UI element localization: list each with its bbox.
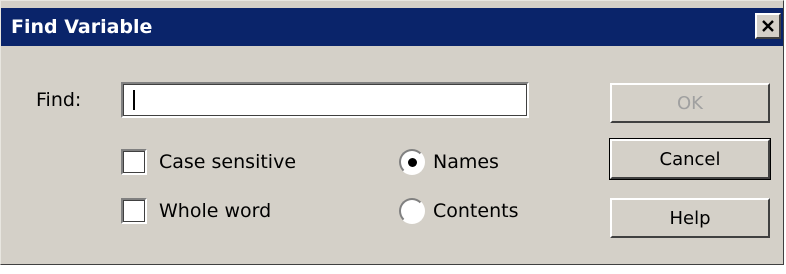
- title-bar[interactable]: Find Variable: [1, 8, 783, 46]
- find-variable-dialog: Find Variable Find: Case sensitive Whole…: [0, 0, 784, 265]
- radio-selected-dot: [407, 157, 417, 167]
- ok-button[interactable]: OK: [610, 83, 770, 123]
- whole-word-label[interactable]: Whole word: [159, 200, 271, 222]
- text-caret: [133, 90, 135, 110]
- help-button[interactable]: Help: [610, 198, 770, 238]
- cancel-button[interactable]: Cancel: [609, 138, 771, 180]
- close-button[interactable]: [755, 13, 781, 39]
- close-x-icon: [762, 20, 774, 32]
- contents-label[interactable]: Contents: [433, 200, 518, 222]
- names-label[interactable]: Names: [433, 151, 499, 173]
- find-input[interactable]: [121, 82, 529, 118]
- contents-radio[interactable]: [399, 198, 425, 224]
- find-label: Find:: [36, 89, 82, 111]
- dialog-title: Find Variable: [11, 16, 153, 38]
- whole-word-checkbox[interactable]: [121, 198, 147, 224]
- case-sensitive-checkbox[interactable]: [121, 149, 147, 175]
- case-sensitive-label[interactable]: Case sensitive: [159, 151, 296, 173]
- names-radio[interactable]: [399, 149, 425, 175]
